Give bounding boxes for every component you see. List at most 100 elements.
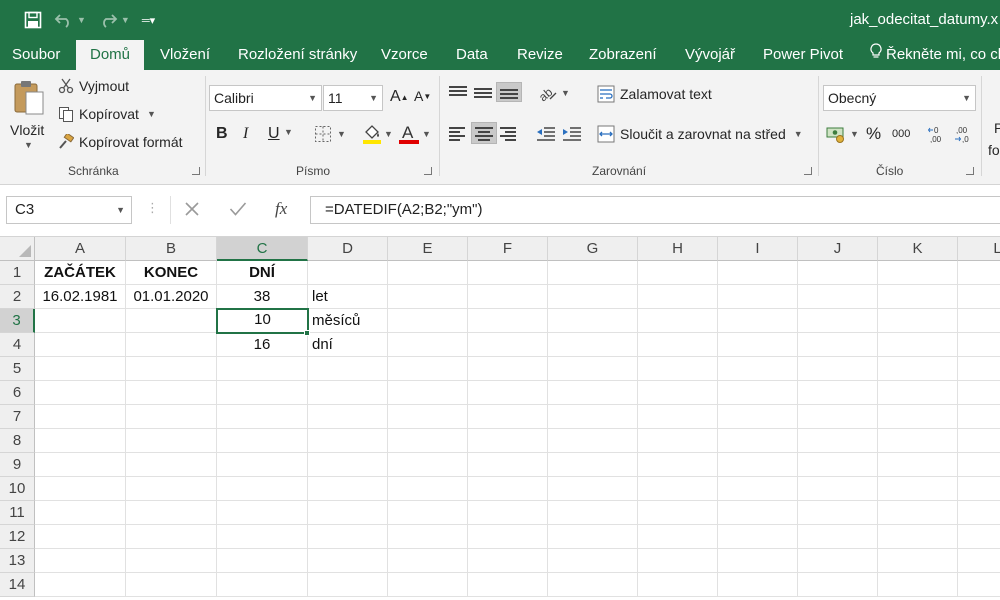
column-header-i[interactable]: I <box>718 237 798 261</box>
empty-cell[interactable] <box>798 309 878 333</box>
comma-style-button[interactable]: 000 <box>892 128 910 140</box>
empty-cell[interactable] <box>798 429 878 453</box>
empty-cell[interactable] <box>468 405 548 429</box>
tab-vlozeni[interactable]: Vložení <box>160 40 210 70</box>
fill-handle[interactable] <box>304 330 310 336</box>
empty-cell[interactable] <box>548 573 638 597</box>
empty-cell[interactable] <box>35 333 126 357</box>
borders-button[interactable]: ▼ <box>314 125 346 143</box>
empty-cell[interactable] <box>878 573 958 597</box>
empty-cell[interactable] <box>388 405 468 429</box>
empty-cell[interactable] <box>548 477 638 501</box>
empty-cell[interactable] <box>468 357 548 381</box>
name-box[interactable]: C3 ▼ <box>6 196 132 224</box>
redo-dropdown-icon[interactable]: ▼ <box>121 15 130 25</box>
row-header-11[interactable]: 11 <box>0 501 35 525</box>
paste-button-label[interactable]: Vložit <box>10 122 44 138</box>
empty-cell[interactable] <box>878 261 958 285</box>
row-header-3[interactable]: 3 <box>0 309 35 333</box>
empty-cell[interactable] <box>468 549 548 573</box>
align-right-button[interactable] <box>500 126 518 141</box>
empty-cell[interactable] <box>217 429 308 453</box>
empty-cell[interactable] <box>548 453 638 477</box>
empty-cell[interactable] <box>718 549 798 573</box>
empty-cell[interactable] <box>718 525 798 549</box>
empty-cell[interactable] <box>548 309 638 333</box>
empty-cell[interactable] <box>217 573 308 597</box>
fill-color-button[interactable]: ▼ <box>362 123 393 145</box>
empty-cell[interactable] <box>468 429 548 453</box>
increase-decimal-icon[interactable]: 0,00 <box>928 124 948 144</box>
empty-cell[interactable] <box>468 333 548 357</box>
row-header-4[interactable]: 4 <box>0 333 35 357</box>
underline-button[interactable]: U <box>268 125 280 143</box>
cell-c3-active[interactable]: 10 <box>216 308 309 334</box>
empty-cell[interactable] <box>308 357 388 381</box>
empty-cell[interactable] <box>308 477 388 501</box>
tab-power-pivot[interactable]: Power Pivot <box>763 40 843 70</box>
empty-cell[interactable] <box>388 525 468 549</box>
empty-cell[interactable] <box>718 381 798 405</box>
empty-cell[interactable] <box>718 285 798 309</box>
confirm-entry-icon[interactable] <box>229 201 247 217</box>
empty-cell[interactable] <box>35 357 126 381</box>
alignment-launcher-icon[interactable] <box>804 167 812 175</box>
empty-cell[interactable] <box>388 429 468 453</box>
font-launcher-icon[interactable] <box>424 167 432 175</box>
empty-cell[interactable] <box>126 429 217 453</box>
merge-center-button[interactable]: Sloučit a zarovnat na střed ▼ <box>597 125 803 143</box>
empty-cell[interactable] <box>878 333 958 357</box>
empty-cell[interactable] <box>878 381 958 405</box>
empty-cell[interactable] <box>548 381 638 405</box>
customize-qat-icon[interactable]: ═▾ <box>142 14 155 27</box>
empty-cell[interactable] <box>388 549 468 573</box>
empty-cell[interactable] <box>308 525 388 549</box>
align-bottom-button[interactable] <box>496 82 522 102</box>
chevron-down-icon[interactable]: ▼ <box>794 129 803 139</box>
styles-partial-label-1[interactable]: P <box>994 120 1000 136</box>
cell-a2[interactable]: 16.02.1981 <box>35 285 126 309</box>
row-header-13[interactable]: 13 <box>0 549 35 573</box>
row-header-5[interactable]: 5 <box>0 357 35 381</box>
empty-cell[interactable] <box>798 501 878 525</box>
empty-cell[interactable] <box>126 549 217 573</box>
empty-cell[interactable] <box>638 477 718 501</box>
empty-cell[interactable] <box>468 501 548 525</box>
empty-cell[interactable] <box>468 573 548 597</box>
empty-cell[interactable] <box>548 333 638 357</box>
empty-cell[interactable] <box>35 381 126 405</box>
empty-cell[interactable] <box>126 309 217 333</box>
cut-button[interactable]: Vyjmout <box>58 78 129 94</box>
row-header-9[interactable]: 9 <box>0 453 35 477</box>
empty-cell[interactable] <box>548 285 638 309</box>
empty-cell[interactable] <box>798 333 878 357</box>
empty-cell[interactable] <box>548 525 638 549</box>
empty-cell[interactable] <box>548 405 638 429</box>
empty-cell[interactable] <box>126 357 217 381</box>
undo-icon[interactable] <box>54 12 74 28</box>
empty-cell[interactable] <box>798 525 878 549</box>
empty-cell[interactable] <box>35 429 126 453</box>
bold-button[interactable]: B <box>216 125 228 143</box>
empty-cell[interactable] <box>878 501 958 525</box>
empty-cell[interactable] <box>35 477 126 501</box>
undo-dropdown-icon[interactable]: ▼ <box>77 15 86 25</box>
empty-cell[interactable] <box>638 525 718 549</box>
grow-font-icon[interactable]: A ▲ <box>390 88 409 106</box>
copy-button[interactable]: Kopírovat ▼ <box>58 106 156 122</box>
empty-cell[interactable] <box>718 309 798 333</box>
empty-cell[interactable] <box>878 525 958 549</box>
empty-cell[interactable] <box>798 357 878 381</box>
empty-cell[interactable] <box>388 501 468 525</box>
empty-cell[interactable] <box>548 357 638 381</box>
column-header-e[interactable]: E <box>388 237 468 261</box>
empty-cell[interactable] <box>308 453 388 477</box>
orientation-button[interactable]: ab ▼ <box>536 83 570 103</box>
empty-cell[interactable] <box>468 453 548 477</box>
empty-cell[interactable] <box>35 405 126 429</box>
empty-cell[interactable] <box>308 573 388 597</box>
save-icon[interactable] <box>24 11 42 29</box>
empty-cell[interactable] <box>468 525 548 549</box>
italic-button[interactable]: I <box>243 125 248 143</box>
paste-icon[interactable] <box>12 78 46 118</box>
